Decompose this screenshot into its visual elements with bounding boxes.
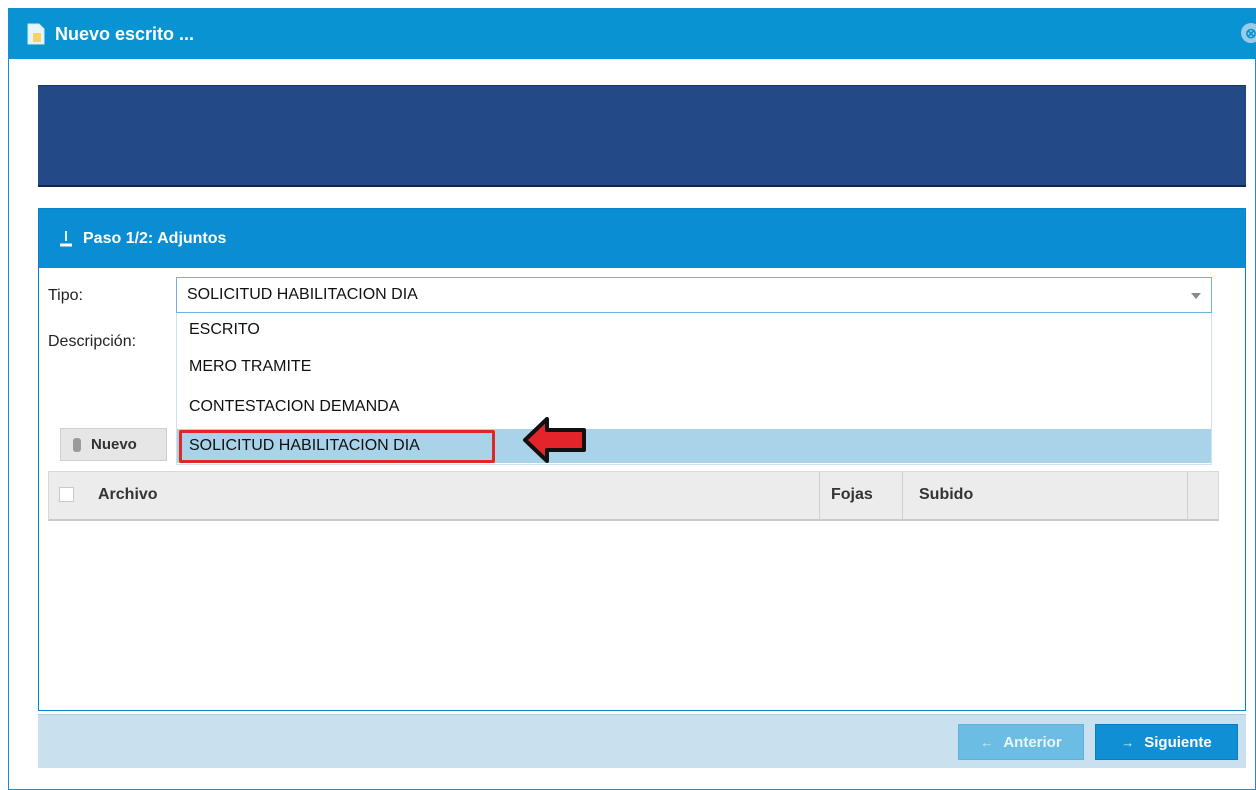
column-divider [1187, 472, 1188, 520]
tipo-label: Tipo: [48, 287, 83, 304]
document-icon [27, 23, 45, 45]
column-fojas[interactable]: Fojas [831, 472, 873, 520]
anterior-label: Anterior [1003, 733, 1062, 751]
column-divider [902, 472, 903, 520]
select-all-checkbox[interactable] [59, 487, 74, 502]
panel-header: Paso 1/2: Adjuntos [39, 209, 1245, 268]
red-arrow-icon [523, 417, 586, 463]
step-panel: Paso 1/2: Adjuntos Tipo: Descripción: SO… [38, 208, 1246, 711]
header-banner [38, 85, 1246, 187]
column-subido[interactable]: Subido [919, 472, 973, 520]
upload-icon [59, 230, 73, 248]
descripcion-label: Descripción: [48, 333, 137, 350]
chevron-down-icon[interactable] [1191, 293, 1201, 299]
nuevo-button[interactable]: Nuevo [60, 428, 167, 461]
arrow-left-icon: ← [980, 734, 994, 750]
option-mero-tramite[interactable]: MERO TRAMITE [177, 350, 1211, 384]
attachment-icon [73, 437, 81, 452]
siguiente-button[interactable]: → Siguiente [1095, 724, 1238, 760]
option-solicitud-habilitacion-dia[interactable]: SOLICITUD HABILITACION DIA [177, 429, 1211, 463]
option-escrito[interactable]: ESCRITO [177, 313, 1211, 347]
tipo-select[interactable]: SOLICITUD HABILITACION DIA [176, 277, 1212, 313]
anterior-button[interactable]: ← Anterior [958, 724, 1084, 760]
tipo-dropdown-list: ESCRITO MERO TRAMITE CONTESTACION DEMAND… [176, 313, 1212, 465]
panel-title: Paso 1/2: Adjuntos [83, 229, 227, 247]
dialog-title: Nuevo escrito ... [55, 23, 195, 44]
option-contestacion-demanda[interactable]: CONTESTACION DEMANDA [177, 390, 1211, 424]
dialog-footer: ← Anterior → Siguiente [38, 714, 1246, 768]
attachments-table-header: Archivo Fojas Subido [48, 471, 1219, 521]
column-divider [819, 472, 820, 520]
dialog-titlebar: Nuevo escrito ... ⊗ [9, 9, 1256, 59]
close-icon[interactable]: ⊗ [1241, 23, 1256, 43]
siguiente-label: Siguiente [1144, 733, 1212, 751]
nuevo-button-label: Nuevo [91, 436, 137, 453]
dialog-window: Nuevo escrito ... ⊗ Paso 1/2: Adjuntos T… [8, 8, 1256, 790]
tipo-select-value: SOLICITUD HABILITACION DIA [187, 286, 418, 303]
column-archivo[interactable]: Archivo [98, 472, 158, 520]
highlight-box [179, 430, 495, 463]
arrow-right-icon: → [1121, 734, 1135, 750]
